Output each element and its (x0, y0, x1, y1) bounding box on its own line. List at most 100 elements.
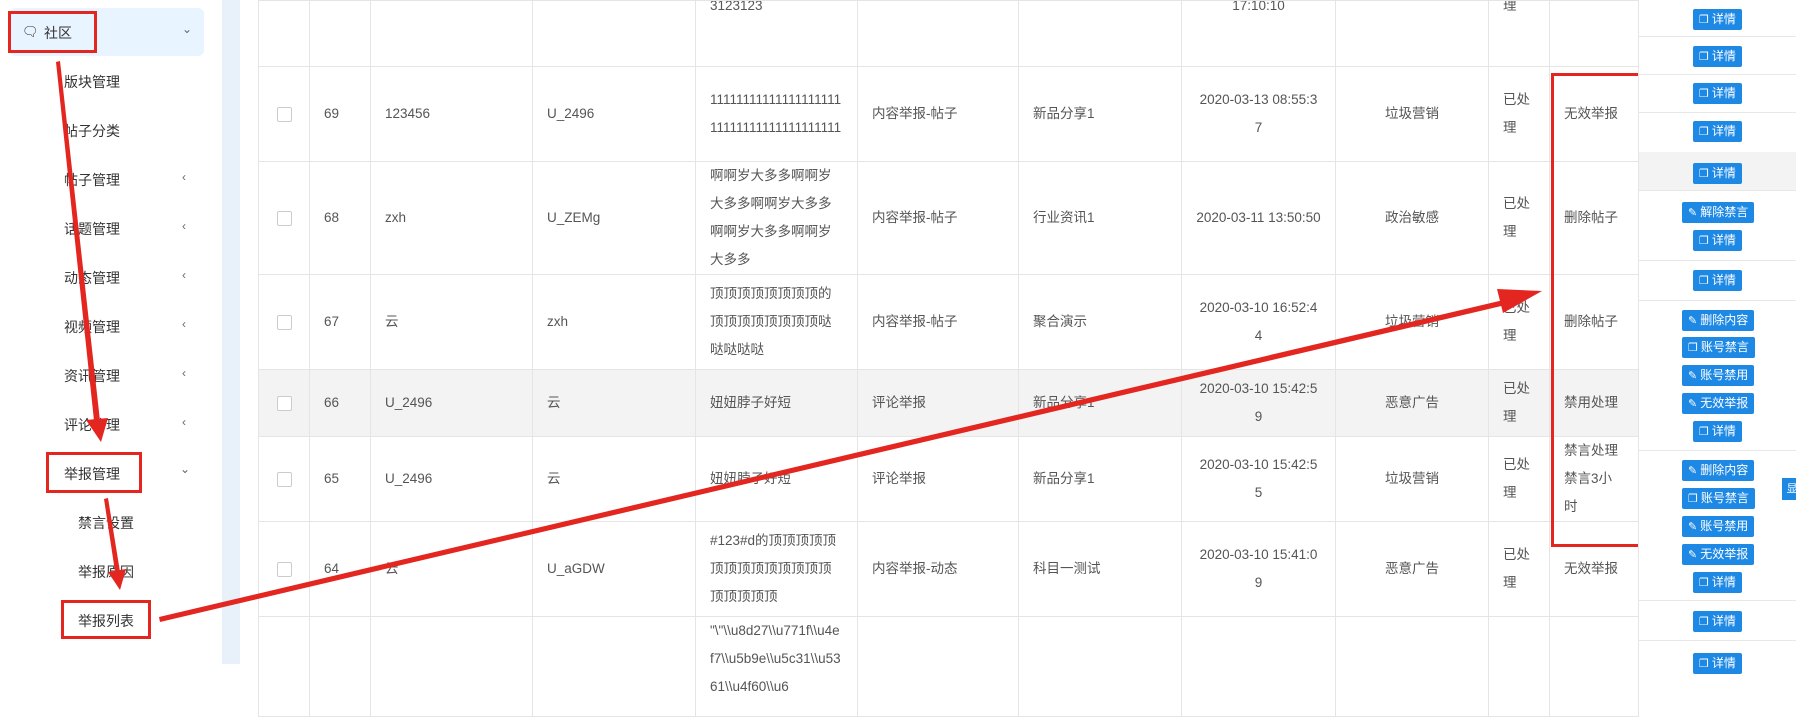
table-row: 69 123456 U_2496 11111111111111111111111… (258, 66, 1639, 162)
account-ban-button[interactable]: ✎ 账号禁用 (1682, 516, 1755, 537)
reason-cell: 恶意广告 (1335, 521, 1489, 617)
reporter-cell: 云 (370, 521, 533, 617)
content-cell: "\"\\u8d27\\u771f\\u4ef7\\u5b9e\\u5c31\\… (695, 616, 858, 717)
id-cell: 65 (309, 436, 371, 522)
chevron-down-icon: ⌄ (180, 462, 191, 476)
table-row: 68 zxh U_ZEMg 啊啊岁大多多啊啊岁大多多啊啊岁大多多啊啊岁大多多啊啊… (258, 161, 1639, 275)
copy-icon: ❐ (1699, 577, 1709, 589)
delete-content-button[interactable]: ✎ 删除内容 (1682, 310, 1755, 331)
report-table: 3123123 17:10:10 理 69 123456 U_2496 1111… (258, 0, 1641, 717)
status-cell: 理 (1488, 0, 1550, 67)
detail-button[interactable]: ❐ 详情 (1693, 46, 1742, 67)
source-cell: 行业资讯1 (1018, 161, 1182, 275)
invalid-report-button[interactable]: ✎ 无效举报 (1682, 393, 1755, 414)
edit-icon: ✎ (1688, 549, 1698, 561)
annotation-box (1551, 73, 1641, 547)
reported-cell: U_2496 (532, 66, 696, 162)
actions-row: ✎ 删除内容 ❐ 账号禁言 ✎ 账号禁用 ✎ 无效举报 ❐ 详情 (1639, 300, 1796, 451)
type-cell: 内容举报-动态 (857, 521, 1019, 617)
id-cell: 68 (309, 161, 371, 275)
reported-cell: 云 (532, 436, 696, 522)
time-cell: 2020-03-13 08:55:37 (1181, 66, 1336, 162)
sidebar-item-comments[interactable]: 评论管理 (64, 415, 120, 435)
reporter-cell: U_2496 (370, 436, 533, 522)
sidebar-item-moments[interactable]: 动态管理 (64, 268, 120, 288)
actions-row: ✎ 删除内容 ❐ 账号禁言 ✎ 账号禁用 ✎ 无效举报 ❐ 详情 (1639, 450, 1796, 601)
sidebar-subitem-mute-settings[interactable]: 禁言设置 (78, 513, 134, 533)
source-cell: 新品分享1 (1018, 66, 1182, 162)
row-checkbox[interactable] (276, 395, 292, 411)
status-cell: 已处理 (1488, 521, 1550, 617)
reporter-cell: U_2496 (370, 369, 533, 437)
detail-button[interactable]: ❐ 详情 (1693, 9, 1742, 30)
detail-button[interactable]: ❐ 详情 (1693, 270, 1742, 291)
reporter-cell: zxh (370, 161, 533, 275)
reason-cell: 政治敏感 (1335, 161, 1489, 275)
row-checkbox[interactable] (276, 210, 292, 226)
status-cell: 已处理 (1488, 161, 1550, 275)
source-cell: 聚合演示 (1018, 274, 1182, 370)
actions-row: ❐ 详情 (1639, 36, 1796, 75)
invalid-report-button[interactable]: ✎ 无效举报 (1682, 544, 1755, 565)
reason-cell: 垃圾营销 (1335, 274, 1489, 370)
account-mute-button[interactable]: ❐ 账号禁言 (1682, 488, 1755, 509)
reporter-cell: 云 (370, 274, 533, 370)
detail-button[interactable]: ❐ 详情 (1693, 121, 1742, 142)
detail-button[interactable]: ❐ 详情 (1693, 163, 1742, 184)
source-cell: 新品分享1 (1018, 436, 1182, 522)
detail-button[interactable]: ❐ 详情 (1693, 230, 1742, 251)
sidebar-item-post-category[interactable]: 帖子分类 (64, 121, 120, 141)
delete-content-button[interactable]: ✎ 删除内容 (1682, 460, 1755, 481)
sidebar-item-news[interactable]: 资讯管理 (64, 366, 120, 386)
sidebar-item-videos[interactable]: 视频管理 (64, 317, 120, 337)
edit-icon: ✎ (1688, 465, 1698, 477)
row-checkbox[interactable] (276, 106, 292, 122)
sidebar: 🗨 社区 ⌄ 版块管理 帖子分类 帖子管理 ‹ 话题管理 ‹ 动态管理 ‹ 视频… (0, 0, 222, 664)
id-cell: 66 (309, 369, 371, 437)
type-cell: 内容举报-帖子 (857, 66, 1019, 162)
detail-button[interactable]: ❐ 详情 (1693, 421, 1742, 442)
unban-button[interactable]: ✎ 解除禁言 (1682, 202, 1755, 223)
row-checkbox[interactable] (276, 471, 292, 487)
account-ban-button[interactable]: ✎ 账号禁用 (1682, 365, 1755, 386)
row-checkbox[interactable] (276, 561, 292, 577)
sidebar-item-posts[interactable]: 帖子管理 (64, 170, 120, 190)
edit-icon: ✎ (1688, 521, 1698, 533)
reason-cell: 垃圾营销 (1335, 436, 1489, 522)
id-cell: 64 (309, 521, 371, 617)
table-row: 67 云 zxh 顶顶顶顶顶顶顶顶的顶顶顶顶顶顶顶顶哒哒哒哒哒 内容举报-帖子 … (258, 274, 1639, 370)
copy-icon: ❐ (1699, 658, 1709, 670)
content-cell: #123#d的顶顶顶顶顶顶顶顶顶顶顶顶顶顶顶顶顶顶顶 (695, 521, 858, 617)
copy-icon: ❐ (1699, 235, 1709, 247)
sidebar-item-board[interactable]: 版块管理 (64, 72, 120, 92)
detail-button[interactable]: ❐ 详情 (1693, 83, 1742, 104)
sidebar-item-topics[interactable]: 话题管理 (64, 219, 120, 239)
detail-button[interactable]: ❐ 详情 (1693, 572, 1742, 593)
content-cell: 顶顶顶顶顶顶顶顶的顶顶顶顶顶顶顶顶哒哒哒哒哒 (695, 274, 858, 370)
row-checkbox[interactable] (276, 314, 292, 330)
copy-icon: ❐ (1688, 342, 1698, 354)
time-cell: 2020-03-10 15:41:09 (1181, 521, 1336, 617)
account-mute-button[interactable]: ❐ 账号禁言 (1682, 337, 1755, 358)
actions-row: ❐ 详情 (1639, 0, 1796, 37)
source-cell: 科目一测试 (1018, 521, 1182, 617)
reporter-cell: 123456 (370, 66, 533, 162)
type-cell: 评论举报 (857, 436, 1019, 522)
detail-button[interactable]: ❐ 详情 (1693, 611, 1742, 632)
status-cell: 已处理 (1488, 369, 1550, 437)
copy-icon: ❐ (1699, 51, 1709, 63)
actions-row: ❐ 详情 (1639, 112, 1796, 153)
actions-row: ✎ 解除禁言 ❐ 详情 (1639, 190, 1796, 261)
annotation-box (61, 600, 151, 639)
content-cell: 妞妞脖子好短 (695, 436, 858, 522)
sidebar-subitem-report-reasons[interactable]: 举报原因 (78, 562, 134, 582)
status-cell: 已处理 (1488, 436, 1550, 522)
table-row: 65 U_2496 云 妞妞脖子好短 评论举报 新品分享1 2020-03-10… (258, 436, 1639, 522)
actions-row: ❐ 详情 (1639, 74, 1796, 113)
side-toggle-tab[interactable]: 显 (1782, 478, 1796, 500)
type-cell: 内容举报-帖子 (857, 274, 1019, 370)
annotation-box (46, 452, 142, 493)
source-cell: 新品分享1 (1018, 369, 1182, 437)
time-cell: 2020-03-11 13:50:50 (1181, 161, 1336, 275)
reported-cell: zxh (532, 274, 696, 370)
